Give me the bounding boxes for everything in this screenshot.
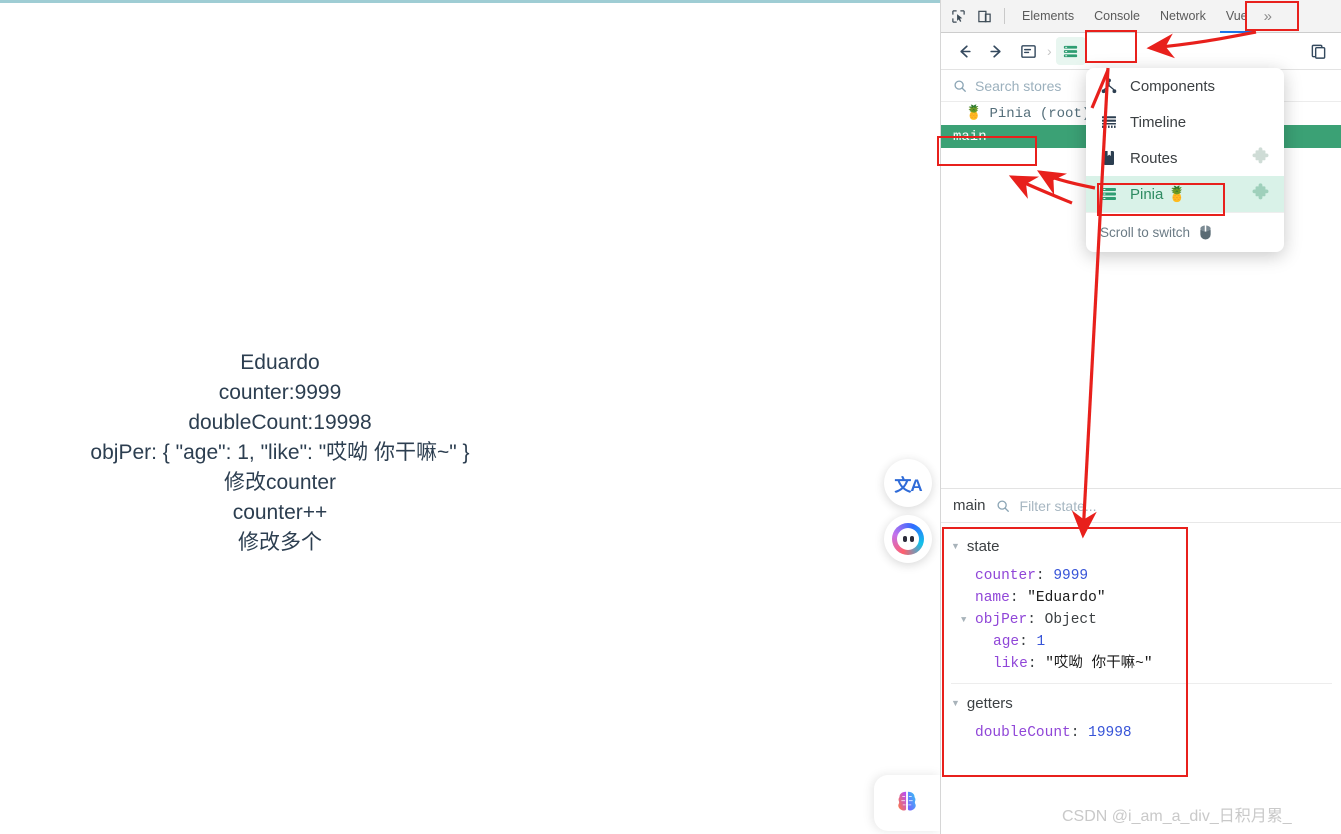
mouse-icon — [1200, 225, 1211, 240]
section-title: state — [966, 537, 1000, 555]
search-stores-input[interactable]: Search stores — [975, 78, 1061, 94]
page-line-doublecount: doubleCount:19998 — [188, 411, 372, 434]
state-entry-age[interactable]: age: 1 — [941, 631, 1341, 653]
tabs-overflow-icon[interactable]: » — [1258, 9, 1278, 24]
state-entry-name[interactable]: name: "Eduardo" — [941, 587, 1341, 609]
menu-item-label: Components — [1130, 77, 1216, 95]
menu-footer-label: Scroll to switch — [1100, 225, 1191, 240]
state-entry-like[interactable]: like: "哎呦 你干嘛~" — [941, 653, 1341, 675]
tab-vue[interactable]: Vue — [1216, 0, 1258, 33]
translate-button[interactable]: 文A — [884, 459, 932, 507]
entry-value: 19998 — [1088, 725, 1132, 741]
device-toolbar-icon[interactable] — [971, 3, 997, 29]
app-panel-icon[interactable] — [1013, 37, 1043, 65]
menu-item-pinia[interactable]: Pinia 🍍 — [1086, 176, 1284, 212]
assistant-dock[interactable] — [874, 775, 940, 831]
page-text-stack: Eduardo counter:9999 doubleCount:19998 o… — [0, 348, 560, 558]
pinia-list-icon — [1102, 188, 1116, 200]
inspector-store-name: main — [953, 497, 986, 514]
entry-value: "哎呦 你干嘛~" — [1045, 656, 1153, 672]
button-counter-increment[interactable]: counter++ — [0, 498, 560, 528]
section-getters-header[interactable]: ▼ getters — [941, 690, 1341, 716]
ai-orb-icon — [892, 523, 924, 555]
translate-icon: 文A — [894, 475, 922, 495]
plugin-puzzle-icon — [1251, 146, 1270, 170]
entry-value: Object — [1044, 612, 1097, 628]
brain-icon — [898, 791, 916, 811]
state-inspector: ▼ state counter: 9999 name: "Eduardo" ▼ … — [941, 523, 1341, 834]
section-divider — [951, 683, 1332, 684]
vue-devtools-toolbar: › — [941, 33, 1341, 70]
breadcrumb-chevron-icon: › — [1047, 43, 1052, 59]
inspector-header: main Filter state... — [941, 488, 1341, 523]
duplicate-panel-icon[interactable] — [1303, 37, 1333, 65]
menu-item-label: Timeline — [1130, 113, 1187, 131]
page-line-objper: objPer: { "age": 1, "like": "哎呦 你干嘛~" } — [90, 441, 470, 464]
store-label: main — [953, 128, 987, 145]
entry-key: name — [975, 590, 1010, 606]
caret-down-icon[interactable]: ▼ — [961, 616, 966, 625]
caret-down-icon[interactable]: ▼ — [951, 698, 960, 708]
section-state-header[interactable]: ▼ state — [941, 533, 1341, 559]
entry-key: like — [993, 656, 1028, 672]
entry-value: "Eduardo" — [1027, 590, 1106, 606]
search-icon — [996, 499, 1009, 512]
entry-value: 1 — [1036, 634, 1046, 650]
button-modify-counter[interactable]: 修改counter — [0, 468, 560, 498]
stores-list-icon[interactable] — [1055, 37, 1086, 65]
menu-footer-hint: Scroll to switch — [1086, 212, 1284, 252]
tab-elements[interactable]: Elements — [1012, 0, 1084, 33]
menu-item-label: Routes — [1130, 149, 1178, 167]
inspector-switch-menu: Components Timeline Routes Pinia 🍍 Scrol… — [1086, 68, 1284, 252]
toolbar-divider — [1004, 8, 1005, 24]
entry-key: objPer — [975, 612, 1028, 628]
caret-down-icon[interactable]: ▼ — [951, 541, 960, 551]
menu-item-components[interactable]: Components — [1086, 68, 1284, 104]
entry-value: 9999 — [1053, 568, 1089, 584]
devtools-tabstrip: Elements Console Network Vue » — [941, 0, 1341, 33]
plugin-puzzle-icon — [1251, 182, 1270, 206]
getter-entry-doublecount[interactable]: doubleCount: 19998 — [941, 722, 1341, 744]
menu-item-routes[interactable]: Routes — [1086, 140, 1284, 176]
entry-key: counter — [975, 568, 1036, 584]
store-label: Pinia (root) — [989, 105, 1091, 122]
section-title: getters — [966, 694, 1013, 712]
watermark: CSDN @i_am_a_div_日积月累_ — [1062, 808, 1292, 825]
pinia-logo-icon: 🍍 — [965, 106, 983, 122]
tab-console[interactable]: Console — [1084, 0, 1150, 33]
menu-item-label: Pinia 🍍 — [1130, 186, 1187, 203]
button-modify-multiple[interactable]: 修改多个 — [0, 528, 560, 558]
page-line-counter: counter:9999 — [218, 381, 342, 404]
state-entry-counter[interactable]: counter: 9999 — [941, 565, 1341, 587]
back-arrow-icon[interactable] — [949, 37, 979, 65]
web-page-viewport: Eduardo counter:9999 doubleCount:19998 o… — [0, 3, 940, 834]
ai-orb-button[interactable] — [884, 515, 932, 563]
components-tree-icon — [1101, 78, 1117, 94]
page-line-name: Eduardo — [240, 351, 320, 374]
menu-item-timeline[interactable]: Timeline — [1086, 104, 1284, 140]
entry-key: age — [993, 634, 1020, 650]
forward-arrow-icon[interactable] — [981, 37, 1011, 65]
screenshot-root: Eduardo counter:9999 doubleCount:19998 o… — [0, 0, 1341, 834]
filter-state-input[interactable]: Filter state... — [1020, 498, 1097, 514]
inspect-element-icon[interactable] — [945, 3, 971, 29]
state-entry-objper[interactable]: ▼ objPer: Object — [941, 609, 1341, 631]
timeline-icon — [1102, 116, 1116, 128]
search-icon — [954, 79, 966, 92]
routes-book-icon — [1104, 151, 1114, 165]
entry-key: doubleCount — [975, 725, 1071, 741]
tab-network[interactable]: Network — [1150, 0, 1216, 33]
